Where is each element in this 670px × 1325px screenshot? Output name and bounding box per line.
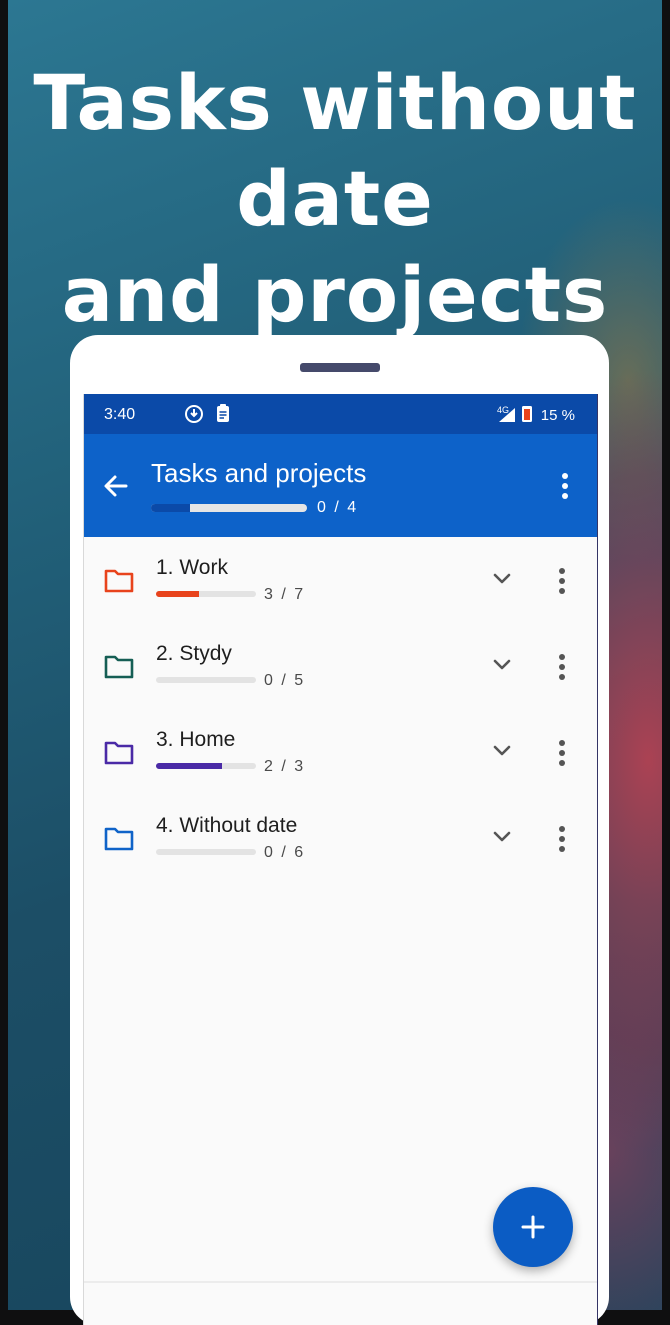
phone-speaker — [300, 363, 380, 372]
chevron-down-icon[interactable] — [488, 651, 516, 679]
page-title: Tasks and projects — [151, 458, 367, 488]
project-row[interactable]: 2. Stydy 0 / 5 — [84, 623, 597, 709]
project-count: 2 / 3 — [264, 758, 306, 775]
project-count: 3 / 7 — [264, 586, 306, 603]
app-menu-button[interactable] — [553, 470, 577, 502]
back-button[interactable] — [100, 470, 132, 502]
project-progress-fill — [156, 591, 199, 597]
project-title: 3. Home — [156, 728, 236, 751]
project-title: 4. Without date — [156, 814, 298, 837]
project-progress-bar — [156, 849, 256, 855]
more-vert-icon[interactable] — [550, 737, 574, 769]
battery-level: 15 % — [540, 407, 575, 424]
more-vert-icon[interactable] — [550, 565, 574, 597]
more-vert-icon[interactable] — [550, 823, 574, 855]
status-time: 3:40 — [104, 406, 136, 423]
overall-progress-count: 0 / 4 — [317, 499, 359, 516]
project-list: 1. Work 3 / 7 2. Stydy 0 / 5 3. Home 2 /… — [84, 537, 597, 881]
signal-icon: 4G — [497, 405, 532, 422]
folder-icon — [104, 827, 134, 851]
overall-progress-fill — [151, 504, 190, 512]
overall-progress-bar — [151, 504, 307, 512]
app-screen: 3:40 4G 15 % Tasks and projects 0 / 4 1.… — [83, 394, 598, 1325]
project-title: 1. Work — [156, 556, 228, 579]
more-vert-icon — [562, 473, 568, 499]
status-bar: 3:40 4G 15 % — [84, 394, 597, 434]
plus-icon — [521, 1215, 545, 1239]
promo-headline: Tasks without date and projects — [0, 55, 670, 343]
bottom-divider — [84, 1281, 597, 1283]
folder-icon — [104, 741, 134, 765]
more-vert-icon[interactable] — [550, 651, 574, 683]
project-progress-fill — [156, 763, 222, 769]
app-bar: Tasks and projects 0 / 4 — [84, 434, 597, 537]
folder-icon — [104, 655, 134, 679]
project-progress-bar — [156, 677, 256, 683]
add-project-button[interactable] — [493, 1187, 573, 1267]
project-row[interactable]: 3. Home 2 / 3 — [84, 709, 597, 795]
project-count: 0 / 6 — [264, 844, 306, 861]
project-row[interactable]: 4. Without date 0 / 6 — [84, 795, 597, 881]
headline-line-2: and projects — [61, 250, 609, 339]
status-notification-icons — [184, 403, 230, 430]
project-count: 0 / 5 — [264, 672, 306, 689]
folder-icon — [104, 569, 134, 593]
project-progress-bar — [156, 591, 256, 597]
project-title: 2. Stydy — [156, 642, 232, 665]
network-type: 4G — [497, 405, 509, 415]
chevron-down-icon[interactable] — [488, 823, 516, 851]
project-row[interactable]: 1. Work 3 / 7 — [84, 537, 597, 623]
notification-icons — [185, 404, 229, 423]
phone-frame: 3:40 4G 15 % Tasks and projects 0 / 4 1.… — [70, 335, 609, 1325]
project-progress-bar — [156, 763, 256, 769]
back-arrow-icon — [104, 475, 128, 497]
headline-line-1: Tasks without date — [33, 58, 637, 243]
chevron-down-icon[interactable] — [488, 737, 516, 765]
chevron-down-icon[interactable] — [488, 565, 516, 593]
status-right: 4G 15 % — [495, 405, 575, 424]
